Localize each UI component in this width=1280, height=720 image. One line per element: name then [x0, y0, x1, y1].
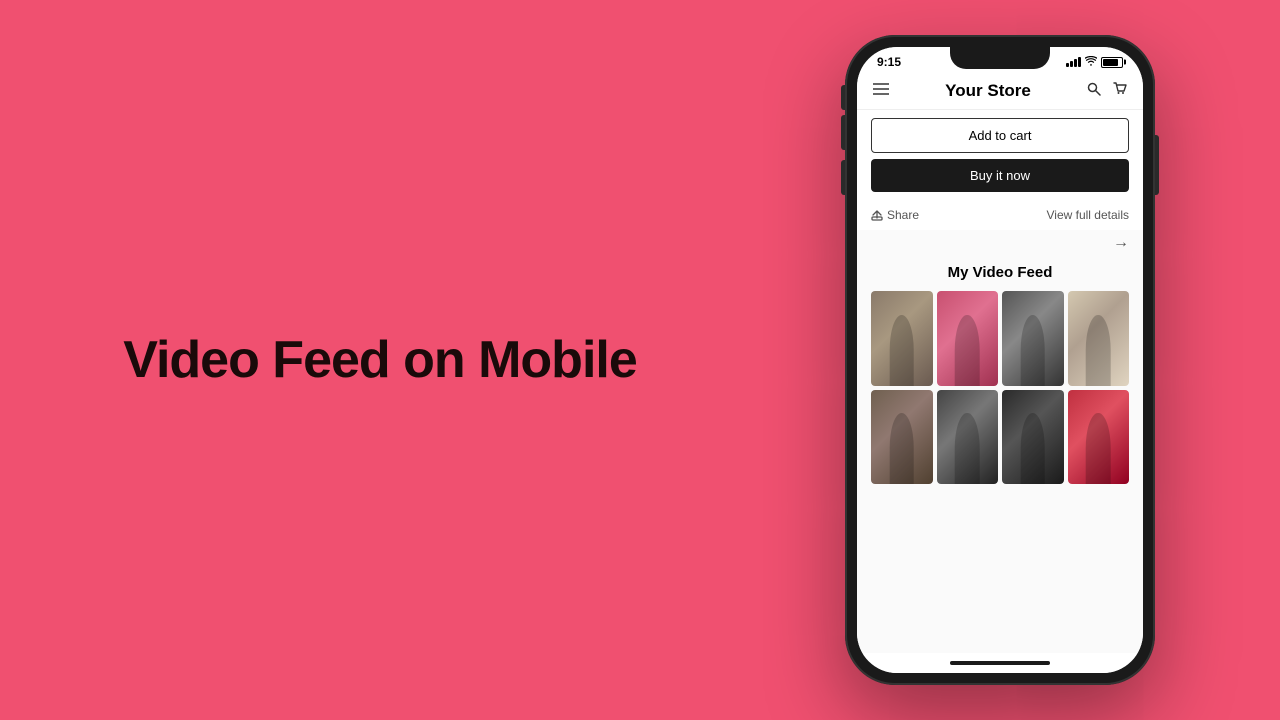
video-thumbnail[interactable] — [937, 390, 999, 485]
nav-bar: Your Store — [857, 73, 1143, 110]
phone-mute-button — [841, 85, 845, 110]
phone-notch — [950, 47, 1050, 69]
right-section: 9:15 — [760, 35, 1280, 685]
video-thumbnail[interactable] — [1002, 390, 1064, 485]
left-section: Video Feed on Mobile — [0, 289, 760, 431]
share-button[interactable]: Share — [871, 208, 919, 222]
video-thumbnail[interactable] — [1068, 291, 1130, 386]
cart-icon[interactable] — [1113, 82, 1127, 100]
nav-action-icons — [1087, 82, 1127, 100]
main-title: Video Feed on Mobile — [123, 329, 637, 391]
video-thumbnail[interactable] — [1068, 390, 1130, 485]
wifi-icon — [1085, 56, 1097, 69]
store-name: Your Store — [945, 81, 1031, 101]
share-row: Share View full details — [857, 200, 1143, 230]
phone-frame: 9:15 — [845, 35, 1155, 685]
view-full-details-link[interactable]: View full details — [1047, 208, 1130, 222]
signal-icon — [1066, 57, 1081, 67]
home-bar — [950, 661, 1050, 665]
video-feed-title: My Video Feed — [871, 264, 1129, 281]
phone-vol-up-button — [841, 115, 845, 150]
phone-power-button — [1155, 135, 1159, 195]
buy-now-button[interactable]: Buy it now — [871, 159, 1129, 192]
phone-vol-down-button — [841, 160, 845, 195]
menu-icon[interactable] — [873, 82, 889, 100]
status-time: 9:15 — [877, 55, 901, 69]
home-indicator — [857, 653, 1143, 673]
status-icons — [1066, 56, 1123, 69]
video-thumbnail[interactable] — [871, 291, 933, 386]
search-icon[interactable] — [1087, 82, 1101, 100]
video-thumbnail[interactable] — [1002, 291, 1064, 386]
phone-screen: 9:15 — [857, 47, 1143, 673]
video-thumbnail[interactable] — [871, 390, 933, 485]
action-buttons: Add to cart Buy it now — [857, 110, 1143, 200]
video-feed-section[interactable]: My Video Feed — [857, 256, 1143, 653]
next-arrow-icon[interactable]: → — [1113, 234, 1129, 252]
video-thumbnail[interactable] — [937, 291, 999, 386]
battery-icon — [1101, 57, 1123, 68]
video-grid — [871, 291, 1129, 484]
add-to-cart-button[interactable]: Add to cart — [871, 118, 1129, 153]
arrow-row: → — [857, 230, 1143, 256]
share-label: Share — [887, 208, 919, 222]
